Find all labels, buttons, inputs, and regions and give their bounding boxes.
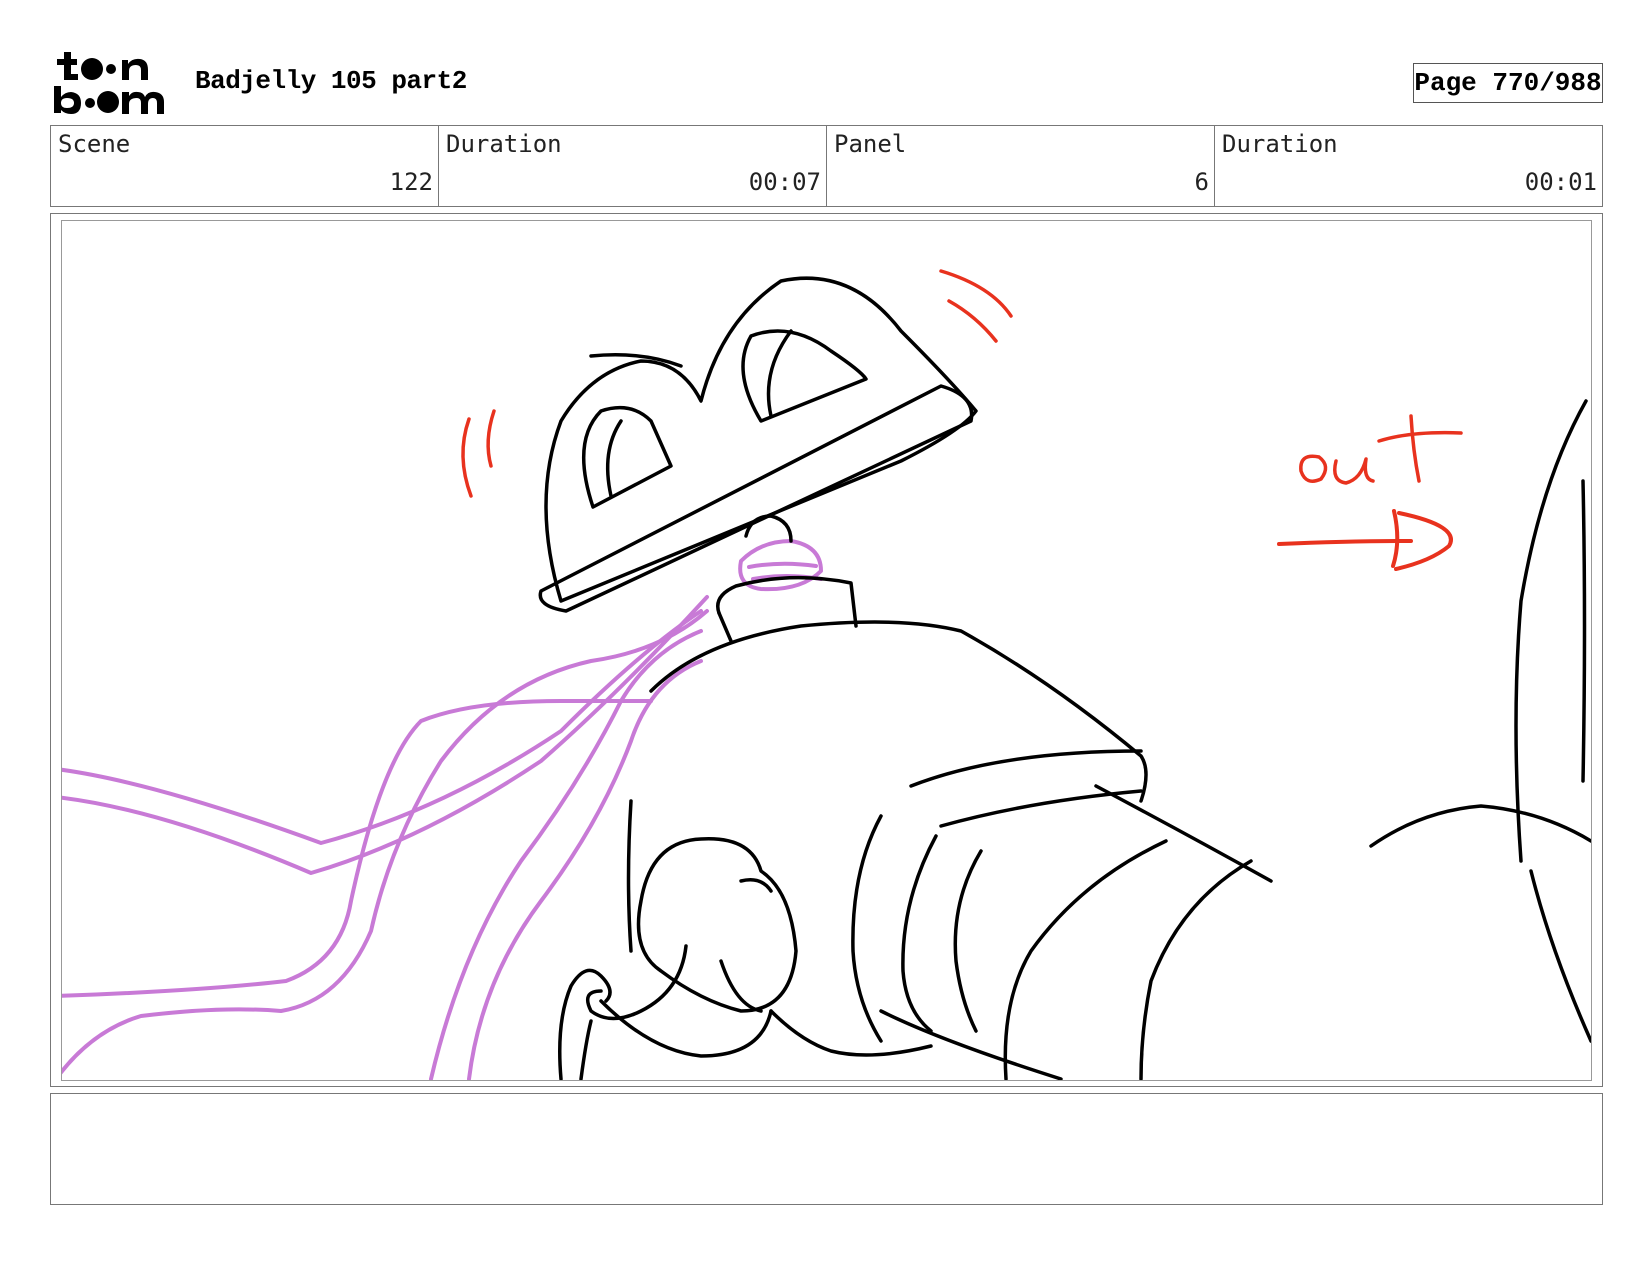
scene-info-row: Scene 122 Duration 00:07 Panel 6 Duratio… <box>50 125 1603 207</box>
panel-label: Panel <box>834 130 907 158</box>
character-drawing <box>538 276 1591 1080</box>
out-annotation-text: out <box>1331 504 1333 507</box>
direction-arrow-icon <box>1277 509 1453 571</box>
toon-boom-logo <box>52 50 172 118</box>
scene-duration-cell: Duration 00:07 <box>439 126 827 206</box>
scene-duration-value: 00:07 <box>748 168 821 196</box>
page-number: Page 770/988 <box>1414 68 1602 98</box>
page-number-box: Page 770/988 <box>1413 63 1603 103</box>
panel-cell: Panel 6 <box>827 126 1215 206</box>
project-title: Badjelly 105 part2 <box>195 66 467 96</box>
panel-duration-value: 00:01 <box>1524 168 1597 196</box>
scene-label: Scene <box>58 130 131 158</box>
storyboard-panel: out <box>61 220 1592 1081</box>
panel-value: 6 <box>1194 168 1209 196</box>
panel-notes-box[interactable] <box>50 1093 1603 1205</box>
panel-drawing: out <box>62 269 1591 1080</box>
scene-duration-label: Duration <box>446 130 562 158</box>
motion-marks <box>461 269 1013 498</box>
panel-duration-label: Duration <box>1222 130 1338 158</box>
panel-duration-cell: Duration 00:01 <box>1215 126 1602 206</box>
out-annotation <box>1299 414 1463 485</box>
scene-value: 122 <box>389 168 433 196</box>
scene-cell: Scene 122 <box>51 126 439 206</box>
